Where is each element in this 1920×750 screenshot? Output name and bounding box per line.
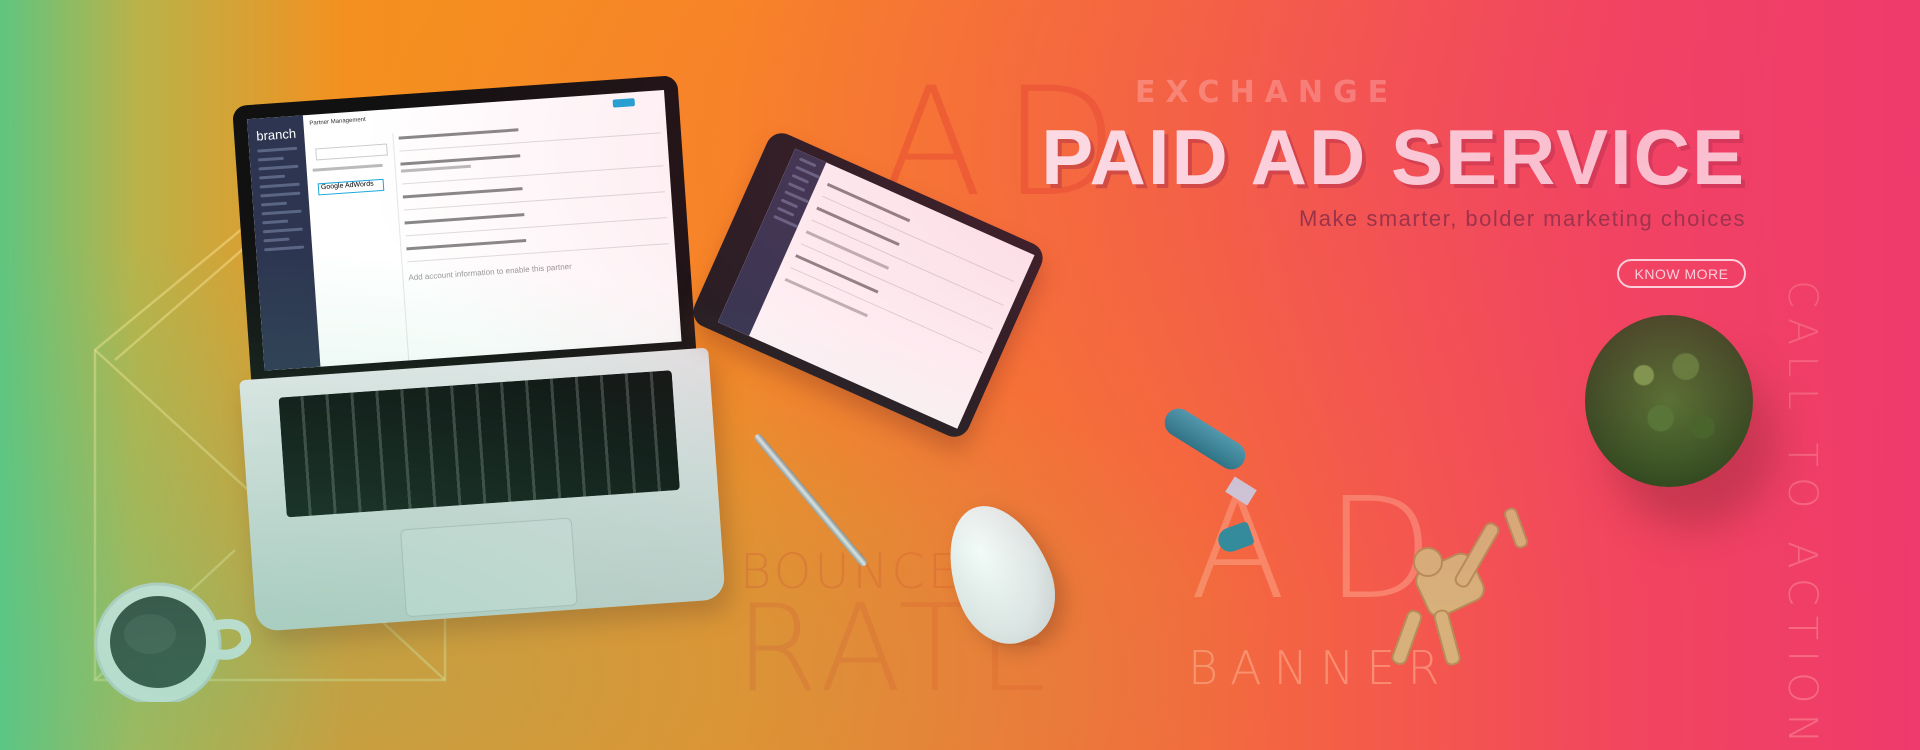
app-section-title: Partner Management <box>309 116 366 127</box>
hero-title: PAID AD SERVICE <box>1041 113 1746 201</box>
laptop: branch Partner Management Google AdWords <box>220 74 726 635</box>
watermark-call-to-action: CALL TO ACTION <box>1779 280 1825 750</box>
selected-partner: Google AdWords <box>317 178 385 196</box>
partner-list: Google AdWords <box>310 133 411 371</box>
keyboard <box>278 370 680 518</box>
coffee-mug-icon <box>94 582 252 702</box>
branch-logo: branch <box>255 125 297 144</box>
trackpad <box>399 517 578 618</box>
partner-search <box>315 143 388 161</box>
hero-banner: AD EXCHANGE BOUNCE RATE AD BANNER CALL T… <box>0 0 1920 750</box>
watermark-exchange: EXCHANGE <box>1135 75 1399 110</box>
laptop-screen: branch Partner Management Google AdWords <box>232 75 697 386</box>
know-more-button[interactable]: KNOW MORE <box>1617 259 1746 288</box>
app-sidebar: branch <box>247 115 321 371</box>
create-link-button <box>612 98 636 108</box>
hero-subtitle: Make smarter, bolder marketing choices <box>1298 206 1746 231</box>
usb-drive-icon <box>1159 403 1251 475</box>
potted-plant-icon <box>1585 315 1753 487</box>
wooden-mannequin-icon <box>1391 507 1529 666</box>
partner-settings: Add account information to enable this p… <box>398 114 676 370</box>
laptop-base <box>239 347 726 632</box>
